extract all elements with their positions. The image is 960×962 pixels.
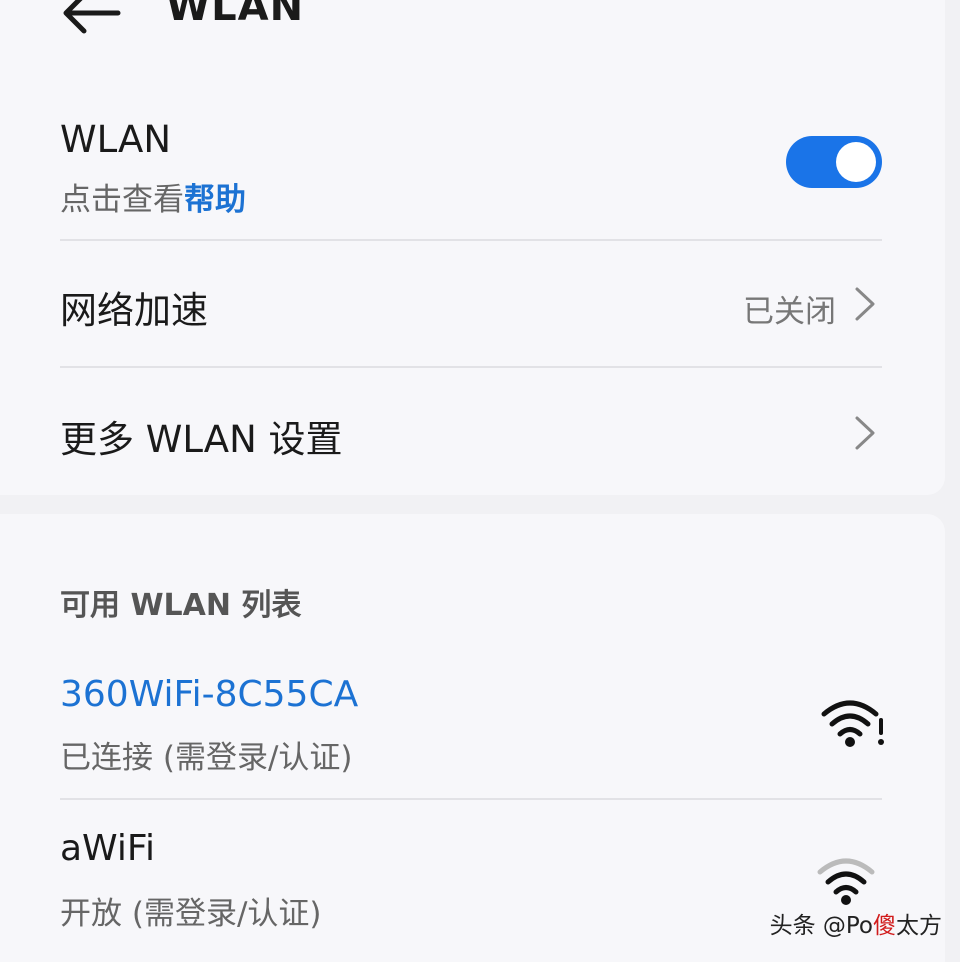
more-wlan-settings-row[interactable]: 更多 WLAN 设置 bbox=[60, 369, 882, 493]
network-status: 开放 (需登录/认证) bbox=[60, 896, 322, 932]
wlan-toggle[interactable] bbox=[786, 136, 882, 188]
divider bbox=[60, 239, 882, 241]
available-networks-card: 可用 WLAN 列表 360WiFi-8C55CA 已连接 (需登录/认证) a… bbox=[0, 514, 945, 962]
watermark: 头条 @Po傻太方 bbox=[770, 906, 942, 940]
back-arrow-icon bbox=[63, 0, 121, 34]
help-link[interactable]: 帮助 bbox=[184, 182, 246, 218]
network-item[interactable]: aWiFi 开放 (需登录/认证) bbox=[60, 800, 882, 940]
network-item[interactable]: 360WiFi-8C55CA 已连接 (需登录/认证) bbox=[60, 664, 884, 798]
wlan-subtitle-text: 点击查看 bbox=[60, 182, 184, 218]
network-acceleration-row[interactable]: 网络加速 已关闭 bbox=[60, 242, 882, 366]
header: WLAN bbox=[0, 0, 945, 50]
wlan-label: WLAN bbox=[60, 118, 172, 161]
wifi-warning-icon bbox=[821, 700, 884, 747]
chevron-right-icon bbox=[855, 287, 875, 321]
toggle-knob bbox=[836, 142, 876, 182]
available-networks-header: 可用 WLAN 列表 bbox=[60, 588, 302, 623]
network-ssid: aWiFi bbox=[60, 828, 155, 869]
network-ssid: 360WiFi-8C55CA bbox=[60, 674, 359, 715]
wlan-subtitle: 点击查看帮助 bbox=[60, 174, 246, 219]
settings-card: WLAN WLAN 点击查看帮助 网络加速 已关闭 更多 WLAN 设置 bbox=[0, 0, 945, 495]
chevron-right-icon bbox=[855, 416, 875, 450]
divider bbox=[60, 366, 882, 368]
more-wlan-settings-label: 更多 WLAN 设置 bbox=[60, 418, 343, 461]
back-button[interactable] bbox=[58, 0, 128, 36]
network-status: 已连接 (需登录/认证) bbox=[60, 740, 353, 776]
network-acceleration-value: 已关闭 bbox=[743, 294, 836, 330]
network-acceleration-label: 网络加速 bbox=[60, 289, 208, 332]
page-title: WLAN bbox=[166, 0, 305, 30]
watermark-highlight: 傻 bbox=[873, 913, 896, 939]
wlan-row[interactable]: WLAN 点击查看帮助 bbox=[60, 112, 882, 240]
wifi-icon bbox=[817, 858, 875, 905]
watermark-suffix: 太方 bbox=[896, 913, 942, 939]
watermark-prefix: 头条 @Po bbox=[769, 913, 873, 939]
